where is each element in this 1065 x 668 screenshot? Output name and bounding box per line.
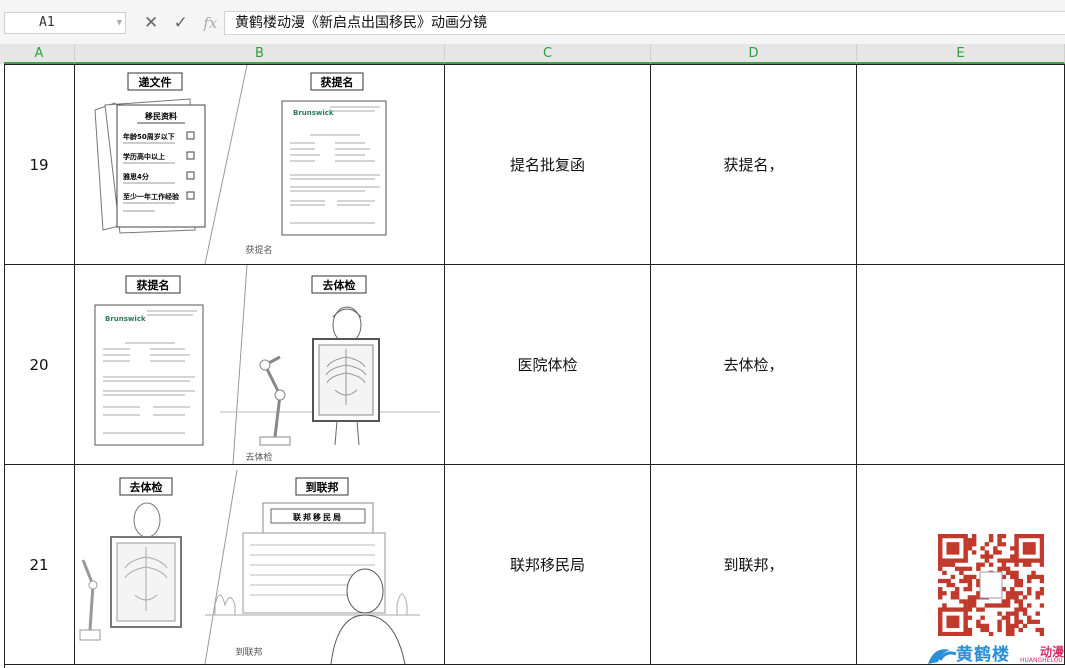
- cell-b21[interactable]: 去体检 到联邦 联邦移民局 到联邦: [75, 465, 445, 665]
- sketch-right-label: 获提名: [321, 75, 354, 89]
- form-item-1: 年龄50周岁以下: [123, 132, 175, 141]
- cell-e19[interactable]: [857, 65, 1065, 265]
- formula-input[interactable]: 黄鹤楼动漫《新启点出国移民》动画分镜: [224, 11, 1065, 35]
- cell-d19[interactable]: 获提名，: [651, 65, 857, 265]
- sketch-caption: 到联邦: [235, 646, 262, 658]
- formula-bar: A1 ▼ ✕ ✓ fx 黄鹤楼动漫《新启点出国移民》动画分镜: [0, 0, 1065, 44]
- cell-b19[interactable]: 递文件 获提名 移民资料 年龄50周岁以下 学历高中以上 雅思4分 至少一年工作…: [75, 65, 445, 265]
- column-header-b[interactable]: B: [75, 44, 445, 64]
- column-header-a[interactable]: A: [4, 44, 75, 64]
- cell-b20[interactable]: 获提名 去体检 Brunswick 去体检: [75, 265, 445, 465]
- form-item-3: 雅思4分: [122, 172, 149, 181]
- cell-c19[interactable]: 提名批复函: [445, 65, 651, 265]
- form-item-2: 学历高中以上: [123, 152, 165, 161]
- cell-d20[interactable]: 去体检，: [651, 265, 857, 465]
- storyboard-sketch-20: 获提名 去体检 Brunswick 去体检: [94, 265, 440, 464]
- storyboard-sketch-19: 递文件 获提名 移民资料 年龄50周岁以下 学历高中以上 雅思4分 至少一年工作…: [94, 65, 387, 264]
- sketch-left-label: 递文件: [139, 75, 172, 89]
- form-item-4: 至少一年工作经验: [123, 192, 180, 201]
- cancel-icon[interactable]: ✕: [144, 12, 158, 34]
- cell-a21[interactable]: 21: [4, 465, 75, 665]
- sketch-caption: 获提名: [245, 244, 272, 256]
- cell-a20[interactable]: 20: [4, 265, 75, 465]
- cell-e20[interactable]: [857, 265, 1065, 465]
- form-title: 移民资料: [145, 111, 177, 121]
- sketch-left-label: 去体检: [130, 480, 163, 494]
- svg-text:Brunswick: Brunswick: [105, 315, 146, 323]
- confirm-icon[interactable]: ✓: [174, 12, 188, 34]
- qr-code: [938, 534, 1044, 636]
- column-header-c[interactable]: C: [445, 44, 651, 64]
- fx-icon[interactable]: fx: [203, 12, 217, 34]
- formula-actions: ✕ ✓ fx: [144, 12, 227, 34]
- name-box[interactable]: A1 ▼: [4, 12, 126, 34]
- column-header-e[interactable]: E: [857, 44, 1065, 64]
- sketch-caption: 去体检: [245, 451, 272, 463]
- cell-c21[interactable]: 联邦移民局: [445, 465, 651, 665]
- cell-a19[interactable]: 19: [4, 65, 75, 265]
- sketch-right-label: 到联邦: [306, 480, 339, 494]
- sheet-grid: 19 递文件 获提名 移民资料 年龄50周岁以下 学历高中以上 雅思4分 至少一…: [4, 64, 1065, 668]
- brand-name: 黄鹤楼: [956, 645, 1010, 665]
- cell-d21[interactable]: 到联邦，: [651, 465, 857, 665]
- name-box-value: A1: [39, 15, 55, 30]
- column-header-d[interactable]: D: [651, 44, 857, 64]
- building-sign: 联邦移民局: [293, 512, 343, 522]
- storyboard-sketch-21: 去体检 到联邦 联邦移民局 到联邦: [79, 469, 420, 664]
- sketch-left-label: 获提名: [137, 278, 170, 292]
- chevron-down-icon[interactable]: ▼: [117, 13, 122, 33]
- sketch-right-label: 去体检: [323, 278, 356, 292]
- cell-c20[interactable]: 医院体检: [445, 265, 651, 465]
- svg-text:Brunswick: Brunswick: [293, 109, 334, 117]
- brand-sub: HUANGHELOU: [1020, 657, 1063, 664]
